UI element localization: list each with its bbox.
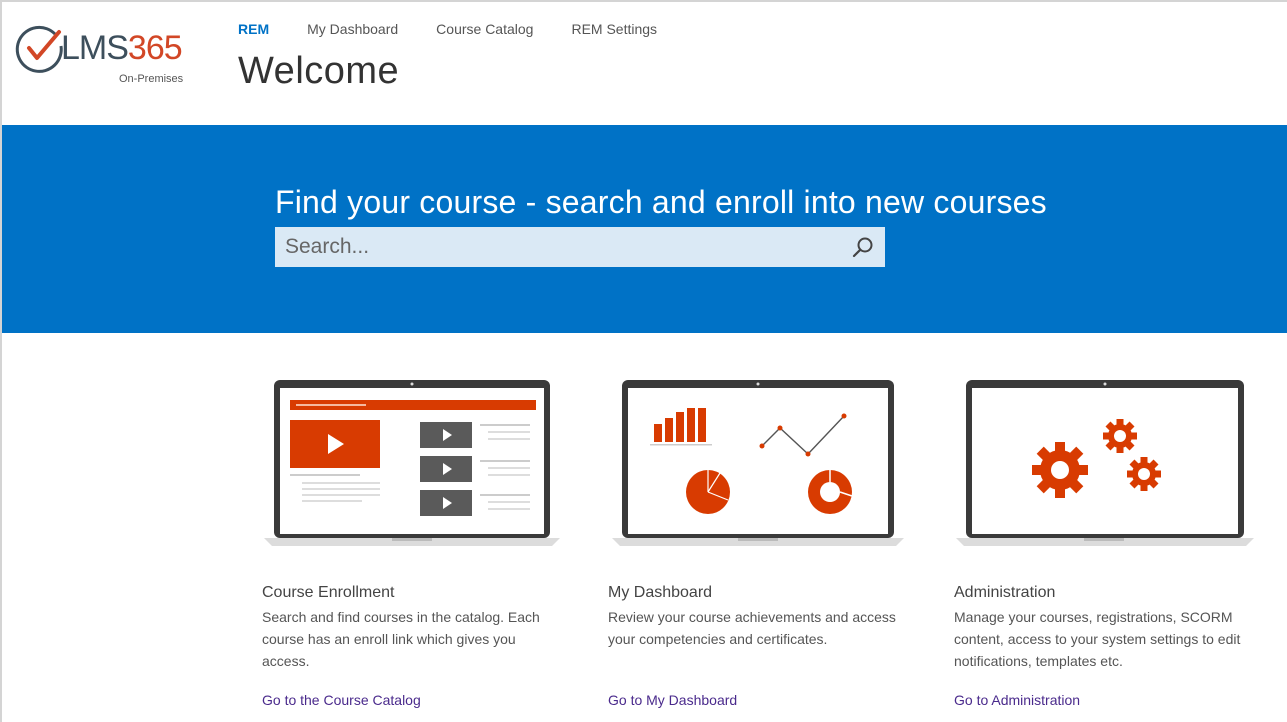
- nav-item-course-catalog[interactable]: Course Catalog: [436, 20, 533, 38]
- gears-illustration: [956, 380, 1254, 546]
- logo-subtitle: On-Premises: [119, 73, 184, 85]
- course-catalog-illustration: [264, 380, 560, 546]
- go-to-administration-link[interactable]: Go to Administration: [954, 692, 1080, 708]
- hero-banner: Find your course - search and enroll int…: [2, 125, 1287, 333]
- card-description: Review your course achievements and acce…: [608, 609, 896, 647]
- lms365-logo[interactable]: LMS365 On-Premises: [15, 24, 195, 94]
- hero-title: Find your course - search and enroll int…: [275, 184, 1047, 220]
- card-title: Course Enrollment: [262, 584, 395, 601]
- administration-card: Administration Manage your courses, regi…: [954, 378, 1254, 708]
- go-to-course-catalog-link[interactable]: Go to the Course Catalog: [262, 692, 421, 708]
- search-input[interactable]: [275, 227, 835, 267]
- checkmark-circle-icon: [15, 25, 63, 73]
- search-icon[interactable]: [851, 235, 875, 259]
- logo-lms-text: LMS: [61, 29, 129, 67]
- course-enrollment-card: Course Enrollment Search and find course…: [262, 378, 562, 708]
- go-to-my-dashboard-link[interactable]: Go to My Dashboard: [608, 692, 737, 708]
- search-box: [275, 227, 885, 267]
- nav-item-rem-settings[interactable]: REM Settings: [571, 20, 657, 38]
- card-description: Manage your courses, registrations, SCOR…: [954, 609, 1241, 669]
- my-dashboard-card: My Dashboard Review your course achievem…: [608, 378, 908, 708]
- card-title: My Dashboard: [608, 584, 713, 601]
- logo-wordmark: LMS365: [61, 24, 183, 72]
- nav-item-rem[interactable]: REM: [238, 20, 269, 38]
- top-navigation: REM My Dashboard Course Catalog REM Sett…: [238, 20, 695, 38]
- nav-item-my-dashboard[interactable]: My Dashboard: [307, 20, 398, 38]
- page-title: Welcome: [238, 50, 400, 92]
- card-title: Administration: [954, 584, 1056, 601]
- logo-365-text: 365: [127, 29, 183, 67]
- card-description: Search and find courses in the catalog. …: [262, 609, 540, 669]
- dashboard-charts-illustration: [612, 380, 904, 546]
